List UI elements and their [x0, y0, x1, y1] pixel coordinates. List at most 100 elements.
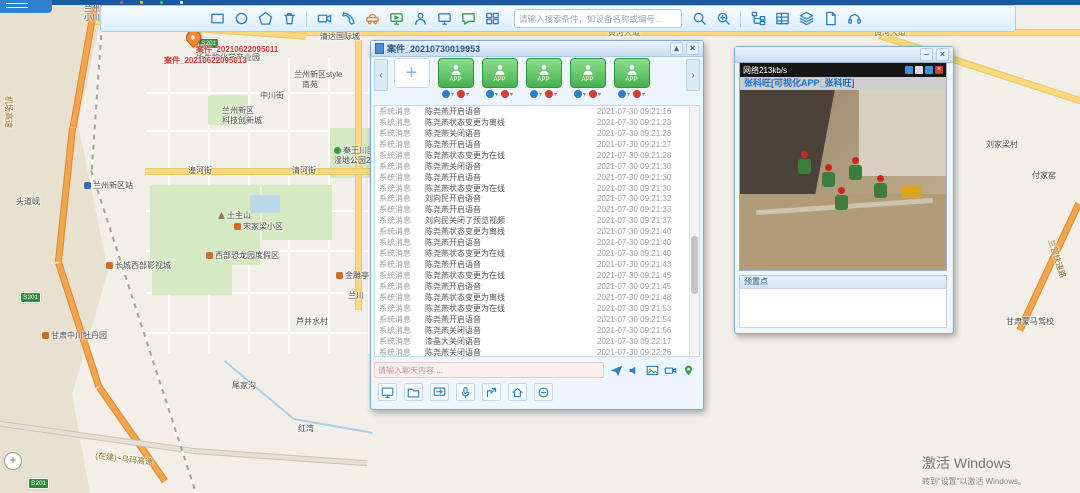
map-label: 西部恐龙园度假区	[206, 250, 279, 261]
case-panel-titlebar[interactable]: 案件_20210730019953 ▴ ×	[371, 41, 703, 57]
case-marker-label: 案件_20210622095011	[196, 44, 278, 55]
delete-shape-button[interactable]	[278, 8, 300, 29]
screen-share-button[interactable]	[433, 8, 455, 29]
document-button[interactable]	[819, 8, 841, 29]
vehicle-dispatch-button[interactable]	[361, 8, 383, 29]
home-icon	[106, 262, 113, 269]
video-control-dropdown[interactable]: ▾	[545, 90, 557, 98]
close-video-button[interactable]: ×	[936, 48, 949, 61]
tree-view-button[interactable]	[747, 8, 769, 29]
video-window[interactable]: 网络213kb/s × 张科旺[可视化APP_张科旺]	[739, 62, 947, 271]
message-row: 系统消息陈尧燕开启语音2021-07-30 09:21:54	[375, 314, 690, 325]
member-card[interactable]: APP▾▾	[523, 58, 564, 98]
push-screen-button[interactable]	[430, 383, 449, 401]
share-button[interactable]	[482, 383, 501, 401]
video-control-dropdown[interactable]: ▾	[501, 90, 513, 98]
preset-list[interactable]	[739, 288, 947, 328]
voice-message-button[interactable]	[627, 363, 641, 377]
member-card[interactable]: APP▾▾	[435, 58, 476, 98]
message-list[interactable]: 系统消息陈尧燕开启语音2021-07-30 09:21:16系统消息陈尧燕状态变…	[374, 105, 700, 357]
message-row: 系统消息陈尧燕关闭语音2021-07-30 09:21:23	[375, 128, 690, 139]
draw-circle-button[interactable]	[230, 8, 252, 29]
message-row: 系统消息陈尧燕状态变更为在线2021-07-30 09:21:40	[375, 248, 690, 259]
chat-button[interactable]	[457, 8, 479, 29]
message-row: 系统消息刘向民开启语音2021-07-30 09:21:32	[375, 194, 690, 205]
layers-button[interactable]	[795, 8, 817, 29]
remove-member-button[interactable]	[534, 383, 553, 401]
archive-button[interactable]	[404, 383, 423, 401]
send-image-button[interactable]	[645, 363, 659, 377]
video-control-dropdown[interactable]: ▾	[457, 90, 469, 98]
home-button[interactable]	[508, 383, 527, 401]
audio-control-dropdown[interactable]: ▾	[574, 90, 586, 98]
voice-call-button[interactable]	[337, 8, 359, 29]
scroll-left-button[interactable]: ‹	[374, 59, 388, 91]
send-message-button[interactable]	[609, 363, 623, 377]
video-control-dropdown[interactable]: ▾	[633, 90, 645, 98]
message-row: 系统消息陈尧燕开启语音2021-07-30 09:21:43	[375, 259, 690, 270]
scrollbar-thumb[interactable]	[691, 236, 698, 294]
close-panel-button[interactable]: ×	[686, 42, 699, 55]
live-video-button[interactable]	[385, 8, 407, 29]
message-row: 系统消息陈尧燕关闭语音2021-07-30 09:22:26	[375, 347, 690, 357]
audio-control-dropdown[interactable]: ▾	[618, 90, 630, 98]
map-label: 科技创新城	[222, 115, 262, 126]
member-card[interactable]: APP▾▾	[611, 58, 652, 98]
headset-button[interactable]	[843, 8, 865, 29]
chat-input[interactable]	[374, 362, 604, 378]
video-panel-titlebar[interactable]: – ×	[735, 47, 953, 63]
photo-equipment	[901, 185, 921, 198]
personnel-button[interactable]	[409, 8, 431, 29]
main-menu-button[interactable]	[0, 0, 52, 13]
send-video-button[interactable]	[663, 363, 677, 377]
map-label: 土主山	[218, 210, 251, 221]
microphone-button[interactable]	[456, 383, 475, 401]
preset-tab[interactable]: 预置点	[739, 275, 947, 289]
map-label: 兰营快速路	[1046, 238, 1069, 279]
video-frame	[740, 90, 946, 270]
search-advanced-button[interactable]	[712, 8, 734, 29]
search-button[interactable]	[688, 8, 710, 29]
send-location-button[interactable]	[681, 363, 695, 377]
zoom-in-button[interactable]: +	[4, 452, 22, 470]
grid-icon[interactable]	[905, 66, 913, 74]
map-label: 长城西部影视城	[106, 260, 171, 271]
member-card[interactable]: APP▾▾	[567, 58, 608, 98]
case-marker-label: 案件_20210622095013	[164, 55, 247, 66]
snapshot-icon[interactable]	[925, 66, 933, 74]
home-icon	[234, 223, 241, 230]
audio-control-dropdown[interactable]: ▾	[486, 90, 498, 98]
map-label: 兰州新区站	[84, 180, 133, 191]
audio-control-dropdown[interactable]: ▾	[530, 90, 542, 98]
add-member-button[interactable]: +	[394, 58, 430, 88]
map-label: 付家窑	[1032, 170, 1056, 181]
speaker-icon[interactable]	[915, 66, 923, 74]
search-input[interactable]	[514, 9, 682, 28]
message-row: 系统消息陈尧燕状态变更为离线2021-07-30 09:21:48	[375, 292, 690, 303]
tree-icon	[334, 147, 341, 154]
minimize-video-button[interactable]: –	[920, 48, 933, 61]
add-member-card[interactable]: +	[391, 58, 432, 88]
video-control-dropdown[interactable]: ▾	[589, 90, 601, 98]
close-stream-icon[interactable]: ×	[935, 66, 943, 74]
tv-wall-button[interactable]	[481, 8, 503, 29]
audio-control-dropdown[interactable]: ▾	[442, 90, 454, 98]
scrollbar[interactable]	[689, 106, 699, 356]
video-status-bar: 网络213kb/s ×	[740, 63, 946, 77]
map-label: (在建)~乌玛高速	[95, 450, 154, 468]
map-label: 兰川	[348, 290, 364, 301]
member-card[interactable]: APP▾▾	[479, 58, 520, 98]
map-label: 湟河街	[188, 165, 212, 176]
pin-panel-button[interactable]: ▴	[670, 42, 683, 55]
message-row: 系统消息陈尧燕开启语音2021-07-30 09:21:33	[375, 204, 690, 215]
scroll-right-button[interactable]: ›	[686, 59, 700, 91]
draw-rectangle-button[interactable]	[206, 8, 228, 29]
message-row: 系统消息陈尧燕关闭语音2021-07-30 09:21:56	[375, 325, 690, 336]
video-call-button[interactable]	[313, 8, 335, 29]
map-label: 甘肃中川牡丹园	[42, 330, 107, 341]
toolbar-divider	[306, 11, 307, 27]
tv-wall-push-button[interactable]	[378, 383, 397, 401]
video-panel: – × 网络213kb/s × 张科旺[可视化APP_张科旺]	[734, 46, 954, 334]
table-view-button[interactable]	[771, 8, 793, 29]
draw-polygon-button[interactable]	[254, 8, 276, 29]
